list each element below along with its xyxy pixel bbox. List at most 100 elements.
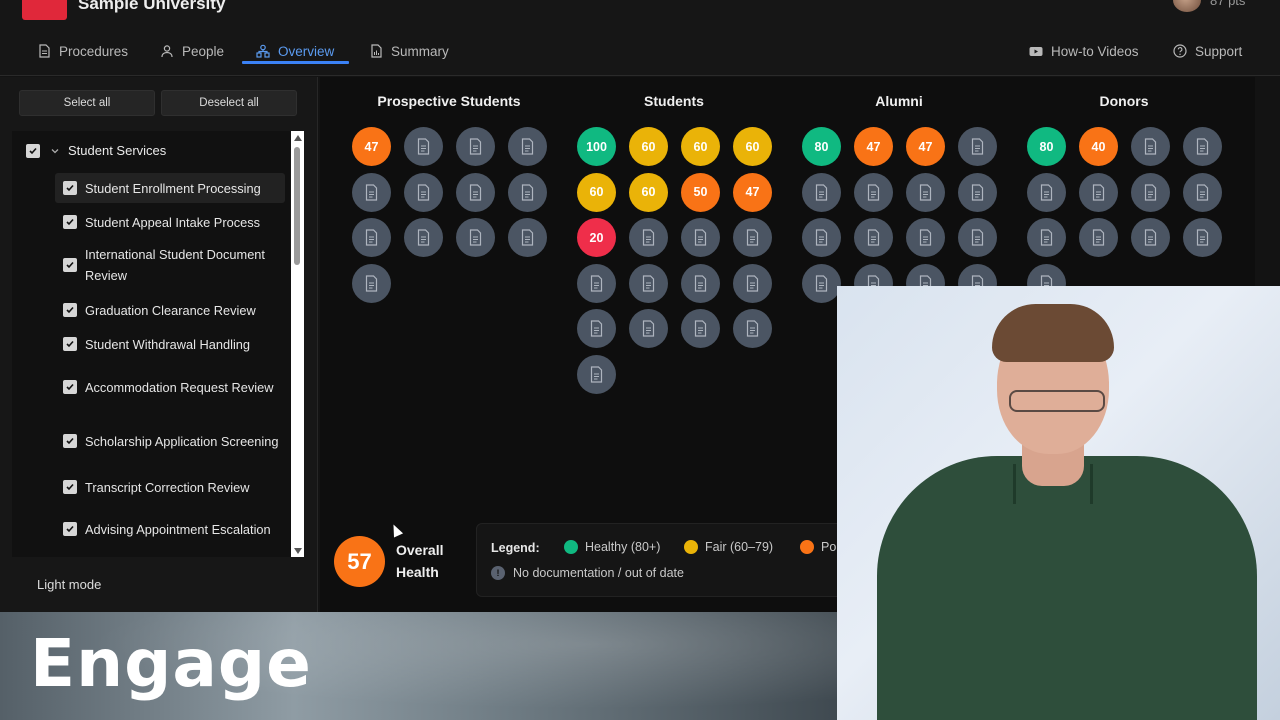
procedure-status-undocumented[interactable] (629, 218, 668, 257)
procedure-status-undocumented[interactable] (456, 172, 495, 212)
procedure-status-undocumented[interactable] (577, 354, 616, 394)
procedure-status-undocumented[interactable] (1131, 172, 1170, 212)
deselect-all-button[interactable]: Deselect all (161, 90, 297, 116)
checkbox[interactable] (63, 258, 77, 272)
procedure-item[interactable]: Advising Appointment Escalation (55, 506, 285, 552)
procedure-status-score[interactable]: 50 (681, 172, 720, 212)
procedure-status-undocumented[interactable] (1183, 127, 1222, 166)
tab-label: Overview (278, 43, 335, 59)
procedure-status-score[interactable]: 47 (352, 127, 391, 166)
procedure-status-score[interactable]: 60 (733, 127, 772, 166)
procedure-status-undocumented[interactable] (802, 172, 841, 212)
procedure-status-undocumented[interactable] (1131, 218, 1170, 257)
procedure-status-score[interactable]: 60 (577, 172, 616, 212)
procedure-status-undocumented[interactable] (854, 172, 893, 212)
procedure-status-score[interactable]: 80 (802, 127, 841, 166)
document-icon (365, 274, 378, 292)
chevron-down-icon[interactable] (50, 146, 60, 156)
status-dot (564, 540, 578, 554)
procedure-status-undocumented[interactable] (456, 218, 495, 257)
procedure-status-score[interactable]: 80 (1027, 127, 1066, 166)
procedure-status-undocumented[interactable] (577, 263, 616, 303)
procedure-status-undocumented[interactable] (1027, 172, 1066, 212)
support-link[interactable]: Support (1173, 38, 1242, 64)
checkbox[interactable] (63, 480, 77, 494)
checkbox[interactable] (63, 522, 77, 536)
select-all-button[interactable]: Select all (19, 90, 155, 116)
procedure-status-undocumented[interactable] (1131, 127, 1170, 166)
procedure-status-score[interactable]: 47 (733, 172, 772, 212)
avatar[interactable] (1173, 0, 1201, 12)
procedure-status-undocumented[interactable] (1183, 218, 1222, 257)
procedure-status-undocumented[interactable] (508, 172, 547, 212)
procedure-status-undocumented[interactable] (733, 218, 772, 257)
procedure-status-score[interactable]: 47 (854, 127, 893, 166)
checkbox[interactable] (63, 380, 77, 394)
procedure-item[interactable]: Accommodation Request Review (55, 364, 285, 410)
procedure-item[interactable]: Student Enrollment Processing (55, 173, 285, 203)
procedure-status-undocumented[interactable] (577, 309, 616, 348)
checkbox[interactable] (63, 434, 77, 448)
procedure-status-undocumented[interactable] (404, 127, 443, 166)
procedure-status-undocumented[interactable] (508, 218, 547, 257)
procedure-status-score[interactable]: 20 (577, 218, 616, 257)
university-logo[interactable] (22, 0, 67, 20)
checkbox[interactable] (26, 143, 40, 158)
procedure-status-undocumented[interactable] (802, 263, 841, 303)
scroll-down-arrow[interactable] (294, 548, 302, 554)
procedure-status-undocumented[interactable] (508, 127, 547, 166)
how-to-videos-link[interactable]: How-to Videos (1029, 38, 1139, 64)
procedure-status-undocumented[interactable] (629, 263, 668, 303)
procedure-status-undocumented[interactable] (733, 309, 772, 348)
procedure-status-undocumented[interactable] (352, 263, 391, 303)
procedure-status-undocumented[interactable] (733, 263, 772, 303)
procedure-status-undocumented[interactable] (1183, 172, 1222, 212)
scrollbar-thumb[interactable] (294, 147, 300, 265)
procedure-status-score[interactable]: 40 (1079, 127, 1118, 166)
procedure-label: Transcript Correction Review (85, 479, 250, 495)
checkbox[interactable] (63, 181, 77, 195)
procedure-status-undocumented[interactable] (681, 309, 720, 348)
tab-people[interactable]: People (160, 38, 224, 64)
procedure-item[interactable]: Student Withdrawal Handling (55, 329, 285, 359)
procedure-status-undocumented[interactable] (1079, 172, 1118, 212)
group-student-services[interactable]: Student Services (26, 143, 166, 158)
procedure-status-undocumented[interactable] (404, 172, 443, 212)
procedure-status-undocumented[interactable] (681, 218, 720, 257)
info-icon: ! (491, 566, 505, 580)
procedure-status-undocumented[interactable] (802, 218, 841, 257)
procedure-status-score[interactable]: 60 (629, 172, 668, 212)
sidebar-scrollbar[interactable] (291, 131, 304, 557)
scroll-up-arrow[interactable] (294, 135, 302, 141)
procedure-status-undocumented[interactable] (456, 127, 495, 166)
procedure-status-score[interactable]: 60 (681, 127, 720, 166)
checkbox[interactable] (63, 303, 77, 317)
procedure-status-undocumented[interactable] (958, 127, 997, 166)
procedure-status-undocumented[interactable] (404, 218, 443, 257)
procedure-status-undocumented[interactable] (629, 309, 668, 348)
procedure-status-score[interactable]: 100 (577, 127, 616, 166)
procedure-status-score[interactable]: 47 (906, 127, 945, 166)
people-icon (161, 45, 173, 58)
procedure-status-undocumented[interactable] (958, 218, 997, 257)
procedure-item[interactable]: Graduation Clearance Review (55, 295, 285, 325)
procedure-status-undocumented[interactable] (906, 218, 945, 257)
procedure-item[interactable]: Student Appeal Intake Process (55, 207, 285, 237)
procedure-status-score[interactable]: 60 (629, 127, 668, 166)
tab-procedures[interactable]: Procedures (37, 38, 128, 64)
procedure-status-undocumented[interactable] (352, 172, 391, 212)
procedure-status-undocumented[interactable] (1027, 218, 1066, 257)
procedure-status-undocumented[interactable] (854, 218, 893, 257)
procedure-status-undocumented[interactable] (681, 263, 720, 303)
procedure-item[interactable]: International Student Document Review (55, 242, 285, 288)
procedure-status-undocumented[interactable] (958, 172, 997, 212)
tab-summary[interactable]: Summary (369, 38, 449, 64)
procedure-item[interactable]: Scholarship Application Screening (55, 418, 285, 464)
checkbox[interactable] (63, 337, 77, 351)
procedure-item[interactable]: Transcript Correction Review (55, 472, 285, 502)
procedure-status-undocumented[interactable] (906, 172, 945, 212)
procedure-status-undocumented[interactable] (1079, 218, 1118, 257)
light-mode-toggle[interactable]: Light mode (37, 577, 101, 592)
checkbox[interactable] (63, 215, 77, 229)
procedure-status-undocumented[interactable] (352, 218, 391, 257)
